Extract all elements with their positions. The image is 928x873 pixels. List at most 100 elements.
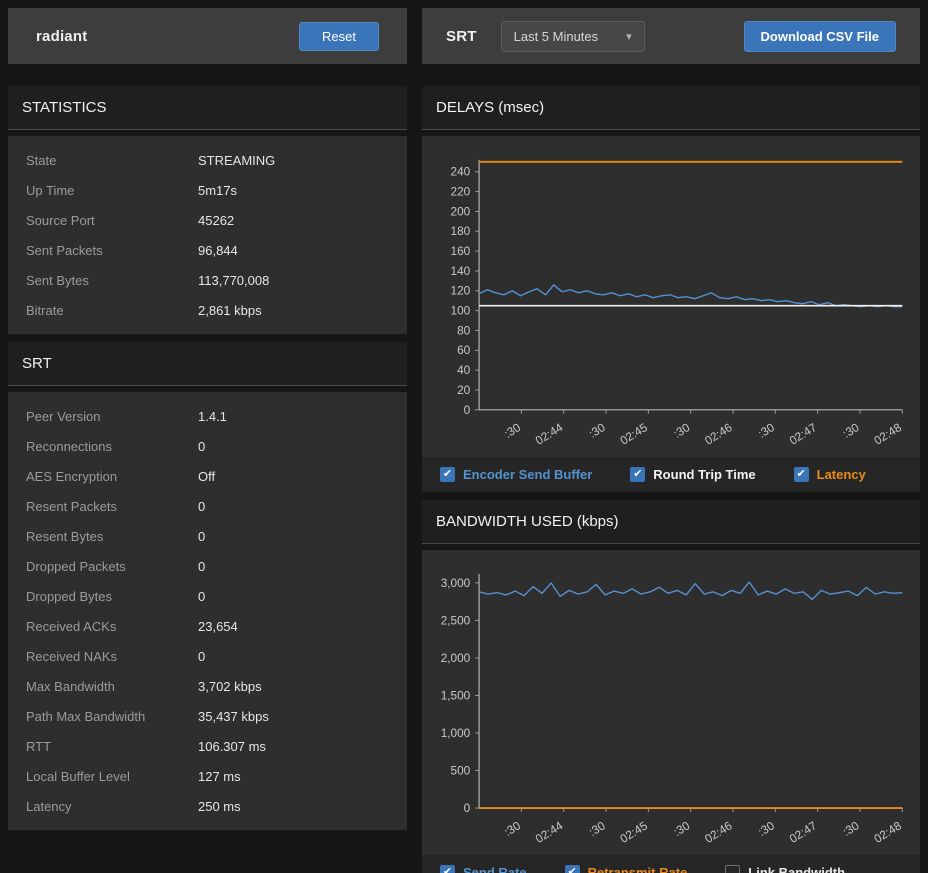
stat-label: Peer Version: [26, 409, 198, 424]
stat-label: Received ACKs: [26, 619, 198, 634]
stat-row: Dropped Bytes0: [8, 581, 407, 611]
stat-row: AES EncryptionOff: [8, 461, 407, 491]
delays-section-header: DELAYS (msec): [422, 86, 920, 130]
encoder-header-bar: radiant Reset: [8, 8, 407, 64]
stat-value: 2,861 kbps: [198, 303, 262, 318]
checkbox-checked-icon[interactable]: ✔: [565, 865, 580, 873]
svg-text:02:46: 02:46: [702, 420, 735, 448]
svg-text::30: :30: [671, 818, 693, 839]
stat-value: 5m17s: [198, 183, 237, 198]
checkbox-checked-icon[interactable]: ✔: [630, 467, 645, 482]
checkbox-checked-icon[interactable]: ✔: [794, 467, 809, 482]
stat-value: STREAMING: [198, 153, 275, 168]
stat-value: 35,437 kbps: [198, 709, 269, 724]
svg-text:220: 220: [451, 185, 471, 199]
stat-label: Source Port: [26, 213, 198, 228]
stat-label: Bitrate: [26, 303, 198, 318]
stat-value: 127 ms: [198, 769, 241, 784]
svg-text::30: :30: [756, 818, 778, 839]
time-range-value: Last 5 Minutes: [514, 29, 599, 44]
stat-value: 23,654: [198, 619, 238, 634]
legend-label: Round Trip Time: [653, 467, 755, 482]
bandwidth-legend: ✔Send Rate✔Retransmit RateLink Bandwidth: [422, 855, 920, 873]
delays-legend: ✔Encoder Send Buffer✔Round Trip Time✔Lat…: [422, 457, 920, 492]
svg-text:3,000: 3,000: [441, 576, 471, 590]
stat-row: Up Time5m17s: [8, 175, 407, 205]
legend-item-retransmit-rate[interactable]: ✔ Retransmit Rate: [565, 865, 688, 873]
srt-header-bar: SRT Last 5 Minutes ▾ Download CSV File: [422, 8, 920, 64]
stat-row: Peer Version1.4.1: [8, 401, 407, 431]
stat-row: Received NAKs0: [8, 641, 407, 671]
stat-value: 0: [198, 499, 205, 514]
stat-value: 113,770,008: [198, 273, 269, 288]
stat-row: Resent Packets0: [8, 491, 407, 521]
stat-row: Reconnections0: [8, 431, 407, 461]
svg-text:02:45: 02:45: [617, 420, 650, 448]
stat-label: AES Encryption: [26, 469, 198, 484]
srt-title: SRT: [446, 28, 477, 45]
delays-chart-panel: 020406080100120140160180200220240:3002:4…: [422, 136, 920, 457]
stat-row: Bitrate2,861 kbps: [8, 295, 407, 325]
legend-label: Retransmit Rate: [588, 865, 688, 873]
legend-label: Latency: [817, 467, 866, 482]
stat-value: 0: [198, 649, 205, 664]
reset-button[interactable]: Reset: [299, 22, 379, 51]
bandwidth-section-header: BANDWIDTH USED (kbps): [422, 500, 920, 544]
svg-text::30: :30: [840, 420, 862, 441]
checkbox-checked-icon[interactable]: ✔: [440, 865, 455, 873]
svg-text:02:48: 02:48: [871, 420, 904, 448]
stat-label: Latency: [26, 799, 198, 814]
statistics-section-header: STATISTICS: [8, 86, 407, 130]
stat-row: Received ACKs23,654: [8, 611, 407, 641]
svg-text:0: 0: [464, 801, 471, 815]
legend-item-send-rate[interactable]: ✔Send Rate: [440, 865, 527, 873]
stat-label: Reconnections: [26, 439, 198, 454]
stat-label: Dropped Packets: [26, 559, 198, 574]
stat-row: Source Port45262: [8, 205, 407, 235]
svg-text::30: :30: [671, 420, 693, 441]
stat-row: Latency250 ms: [8, 791, 407, 821]
stat-row: Max Bandwidth3,702 kbps: [8, 671, 407, 701]
time-range-dropdown[interactable]: Last 5 Minutes ▾: [501, 21, 645, 52]
svg-text::30: :30: [502, 420, 524, 441]
stats-column: STATISTICS StateSTREAMINGUp Time5m17sSou…: [8, 86, 407, 865]
svg-text::30: :30: [756, 420, 778, 441]
svg-text:180: 180: [451, 224, 471, 238]
stat-row: Dropped Packets0: [8, 551, 407, 581]
svg-text::30: :30: [586, 818, 608, 839]
svg-text:120: 120: [451, 284, 471, 298]
stat-row: Sent Bytes113,770,008: [8, 265, 407, 295]
stat-row: Local Buffer Level127 ms: [8, 761, 407, 791]
download-csv-button[interactable]: Download CSV File: [744, 21, 896, 52]
stat-value: 0: [198, 529, 205, 544]
svg-text:02:47: 02:47: [787, 818, 819, 846]
legend-item-latency[interactable]: ✔ Latency: [794, 467, 866, 482]
svg-text:80: 80: [457, 323, 471, 337]
svg-text:02:44: 02:44: [533, 818, 566, 846]
legend-item-round-trip-time[interactable]: ✔ Round Trip Time: [630, 467, 755, 482]
checkbox-checked-icon[interactable]: ✔: [440, 467, 455, 482]
stat-row: Path Max Bandwidth35,437 kbps: [8, 701, 407, 731]
stat-label: State: [26, 153, 198, 168]
stat-label: Path Max Bandwidth: [26, 709, 198, 724]
stat-value: 3,702 kbps: [198, 679, 262, 694]
stat-value: 96,844: [198, 243, 238, 258]
delays-chart: 020406080100120140160180200220240:3002:4…: [422, 150, 920, 457]
svg-text:20: 20: [457, 383, 471, 397]
stat-label: Resent Bytes: [26, 529, 198, 544]
svg-text:1,500: 1,500: [441, 688, 471, 702]
svg-text:40: 40: [457, 363, 471, 377]
srt-table: Peer Version1.4.1Reconnections0AES Encry…: [8, 392, 407, 830]
stat-label: Max Bandwidth: [26, 679, 198, 694]
stat-row: Sent Packets96,844: [8, 235, 407, 265]
stat-value: 0: [198, 559, 205, 574]
checkbox-unchecked-icon[interactable]: [725, 865, 740, 873]
charts-column: DELAYS (msec) 02040608010012014016018020…: [422, 86, 920, 865]
stat-row: StateSTREAMING: [8, 145, 407, 175]
encoder-name: radiant: [36, 28, 87, 45]
legend-item-encoder-send-buffer[interactable]: ✔Encoder Send Buffer: [440, 467, 592, 482]
bandwidth-chart: 05001,0001,5002,0002,5003,000:3002:44:30…: [422, 564, 920, 855]
chevron-down-icon: ▾: [626, 30, 632, 43]
legend-item-link-bandwidth[interactable]: Link Bandwidth: [725, 865, 845, 873]
stat-value: 250 ms: [198, 799, 241, 814]
